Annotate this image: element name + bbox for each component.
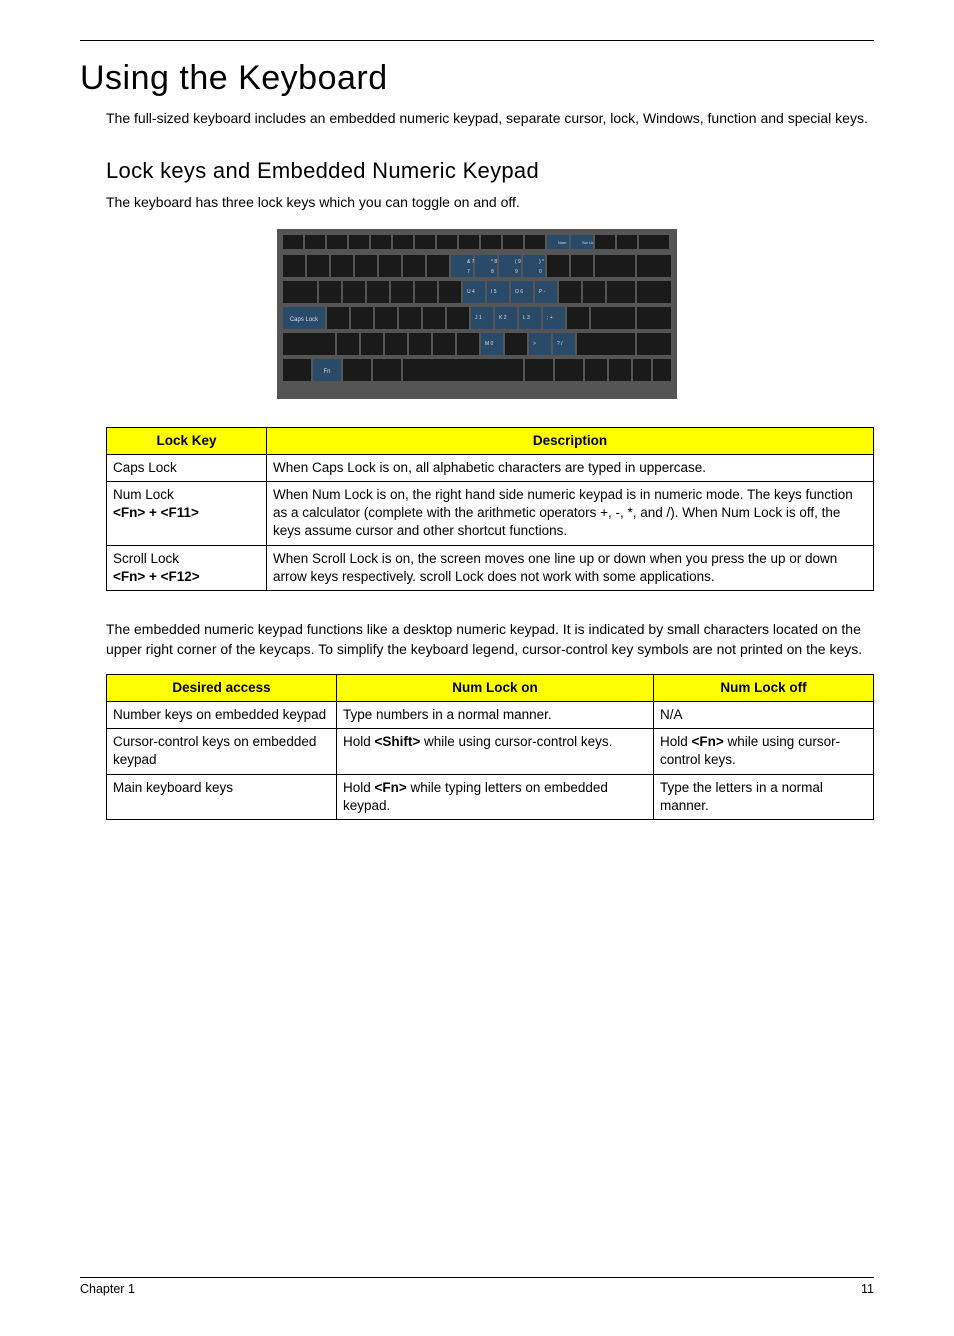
cell-off: Hold <Fn> while using cursor-control key… <box>654 729 874 774</box>
svg-text:* 8: * 8 <box>491 259 497 265</box>
svg-text:? /: ? / <box>557 341 563 347</box>
table-header-row: Lock Key Description <box>107 427 874 454</box>
cell-access: Main keyboard keys <box>107 774 337 819</box>
cell-desc: When Num Lock is on, the right hand side… <box>267 482 874 546</box>
svg-text:; +: ; + <box>547 315 553 321</box>
svg-text:K 2: K 2 <box>499 315 507 321</box>
table-row: Number keys on embedded keypad Type numb… <box>107 701 874 728</box>
text-fragment: Hold <box>343 734 375 749</box>
svg-text:U 4: U 4 <box>467 289 475 295</box>
cell-lockkey: Num Lock <Fn> + <F11> <box>107 482 267 546</box>
svg-text:Scr Lk: Scr Lk <box>582 240 593 245</box>
th-numlockon: Num Lock on <box>337 674 654 701</box>
lock-keys-table: Lock Key Description Caps Lock When Caps… <box>106 427 874 592</box>
table-row: Cursor-control keys on embedded keypad H… <box>107 729 874 774</box>
cell-lockkey: Scroll Lock <Fn> + <F12> <box>107 545 267 590</box>
intro-paragraph: The full-sized keyboard includes an embe… <box>106 108 874 128</box>
cell-off: Type the letters in a normal manner. <box>654 774 874 819</box>
svg-text:J 1: J 1 <box>475 315 482 321</box>
svg-text:P -: P - <box>539 289 546 295</box>
svg-text:8: 8 <box>491 269 494 275</box>
key-bold: <Fn> <box>375 780 407 795</box>
lockkey-combo: <Fn> + <F11> <box>113 505 199 520</box>
cell-on: Type numbers in a normal manner. <box>337 701 654 728</box>
footer-rule <box>80 1277 874 1278</box>
svg-text:Num: Num <box>558 240 567 245</box>
svg-text:& 7: & 7 <box>467 259 475 265</box>
cell-access: Cursor-control keys on embedded keypad <box>107 729 337 774</box>
text-fragment: Hold <box>660 734 692 749</box>
svg-text:( 9: ( 9 <box>515 259 521 265</box>
th-numlockoff: Num Lock off <box>654 674 874 701</box>
table-row: Num Lock <Fn> + <F11> When Num Lock is o… <box>107 482 874 546</box>
key-bold: <Shift> <box>375 734 421 749</box>
page-footer: Chapter 1 11 <box>80 1277 874 1296</box>
cell-desc: When Scroll Lock is on, the screen moves… <box>267 545 874 590</box>
numlock-table: Desired access Num Lock on Num Lock off … <box>106 674 874 820</box>
text-fragment: Hold <box>343 780 375 795</box>
svg-text:L 3: L 3 <box>523 315 530 321</box>
section-text-lockkeys: The keyboard has three lock keys which y… <box>106 192 874 212</box>
svg-text:>: > <box>533 341 536 347</box>
page-title: Using the Keyboard <box>80 59 874 98</box>
cell-access: Number keys on embedded keypad <box>107 701 337 728</box>
svg-text:7: 7 <box>467 269 470 275</box>
mid-paragraph: The embedded numeric keypad functions li… <box>106 619 874 660</box>
svg-text:0: 0 <box>539 269 542 275</box>
svg-text:M 0: M 0 <box>485 341 494 347</box>
svg-text:I 5: I 5 <box>491 289 497 295</box>
lockkey-name: Scroll Lock <box>113 551 179 566</box>
table-row: Caps Lock When Caps Lock is on, all alph… <box>107 454 874 481</box>
top-rule <box>80 40 874 41</box>
table-header-row: Desired access Num Lock on Num Lock off <box>107 674 874 701</box>
cell-lockkey: Caps Lock <box>107 454 267 481</box>
cell-desc: When Caps Lock is on, all alphabetic cha… <box>267 454 874 481</box>
svg-text:) *: ) * <box>539 259 544 265</box>
svg-text:9: 9 <box>515 269 518 275</box>
section-heading-lockkeys: Lock keys and Embedded Numeric Keypad <box>106 158 874 184</box>
table-row: Scroll Lock <Fn> + <F12> When Scroll Loc… <box>107 545 874 590</box>
keyboard-image: Caps Lock Fn & 7 * 8 ( 9 ) * 7 8 9 0 U 4 I 5 O 6… <box>277 229 677 399</box>
cell-off: N/A <box>654 701 874 728</box>
svg-text:Fn: Fn <box>323 369 330 375</box>
th-access: Desired access <box>107 674 337 701</box>
lockkey-combo: <Fn> + <F12> <box>113 569 200 584</box>
footer-chapter: Chapter 1 <box>80 1282 135 1296</box>
svg-text:Caps Lock: Caps Lock <box>290 317 319 323</box>
text-fragment: while using cursor-control keys. <box>420 734 612 749</box>
th-description: Description <box>267 427 874 454</box>
th-lockkey: Lock Key <box>107 427 267 454</box>
cell-on: Hold <Fn> while typing letters on embedd… <box>337 774 654 819</box>
cell-on: Hold <Shift> while using cursor-control … <box>337 729 654 774</box>
key-bold: <Fn> <box>692 734 724 749</box>
lockkey-name: Num Lock <box>113 487 174 502</box>
table-row: Main keyboard keys Hold <Fn> while typin… <box>107 774 874 819</box>
footer-pagenum: 11 <box>861 1282 874 1296</box>
svg-text:O 6: O 6 <box>515 289 523 295</box>
